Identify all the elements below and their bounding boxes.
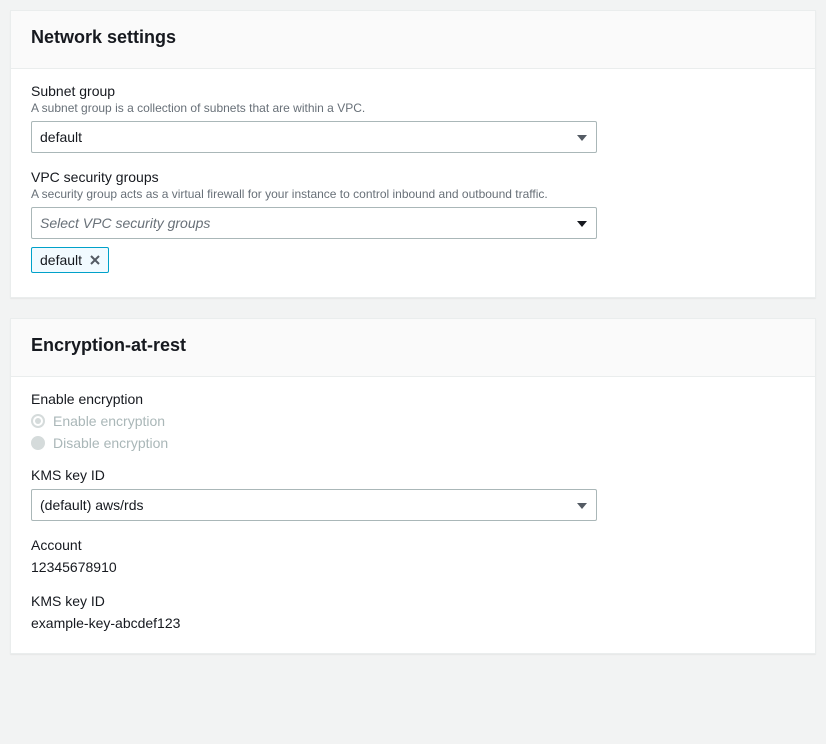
encryption-header: Encryption-at-rest xyxy=(11,319,815,377)
enable-encryption-radio-enable[interactable]: Enable encryption xyxy=(31,413,795,429)
subnet-group-select-wrapper: default xyxy=(31,121,597,153)
account-value: 12345678910 xyxy=(31,559,117,575)
subnet-group-select-value: default xyxy=(40,129,82,145)
vpc-security-groups-label: VPC security groups xyxy=(31,169,795,185)
kms-key-select-field: KMS key ID (default) aws/rds xyxy=(31,467,795,521)
vpc-security-group-token: default xyxy=(31,247,109,273)
network-settings-body: Subnet group A subnet group is a collect… xyxy=(11,69,815,297)
enable-encryption-option-label: Enable encryption xyxy=(53,413,165,429)
subnet-group-description: A subnet group is a collection of subnet… xyxy=(31,101,795,115)
enable-encryption-field: Enable encryption Enable encryption Disa… xyxy=(31,391,795,451)
kms-key-select-wrapper: (default) aws/rds xyxy=(31,489,597,521)
subnet-group-label: Subnet group xyxy=(31,83,795,99)
kms-key-id-field: KMS key ID example-key-abcdef123 xyxy=(31,593,795,633)
kms-key-select-label: KMS key ID xyxy=(31,467,795,483)
network-settings-panel: Network settings Subnet group A subnet g… xyxy=(10,10,816,298)
subnet-group-field: Subnet group A subnet group is a collect… xyxy=(31,83,795,153)
vpc-security-group-token-label: default xyxy=(40,252,82,268)
enable-encryption-radio-disable[interactable]: Disable encryption xyxy=(31,435,795,451)
vpc-security-groups-tokens: default xyxy=(31,247,795,273)
radio-icon xyxy=(31,414,45,428)
subnet-group-select[interactable]: default xyxy=(31,121,597,153)
kms-key-id-value: example-key-abcdef123 xyxy=(31,615,180,631)
disable-encryption-option-label: Disable encryption xyxy=(53,435,168,451)
network-settings-title: Network settings xyxy=(31,27,795,48)
network-settings-header: Network settings xyxy=(11,11,815,69)
vpc-security-groups-field: VPC security groups A security group act… xyxy=(31,169,795,273)
kms-key-select-value: (default) aws/rds xyxy=(40,497,143,513)
radio-icon xyxy=(31,436,45,450)
vpc-security-groups-select-wrapper: Select VPC security groups xyxy=(31,207,597,239)
vpc-security-groups-placeholder: Select VPC security groups xyxy=(40,215,210,231)
encryption-panel: Encryption-at-rest Enable encryption Ena… xyxy=(10,318,816,654)
close-icon[interactable] xyxy=(88,253,102,267)
enable-encryption-label: Enable encryption xyxy=(31,391,795,407)
enable-encryption-radio-group: Enable encryption Disable encryption xyxy=(31,413,795,451)
vpc-security-groups-select[interactable]: Select VPC security groups xyxy=(31,207,597,239)
vpc-security-groups-description: A security group acts as a virtual firew… xyxy=(31,187,795,201)
account-field: Account 12345678910 xyxy=(31,537,795,577)
kms-key-id-label: KMS key ID xyxy=(31,593,795,609)
account-label: Account xyxy=(31,537,795,553)
kms-key-select[interactable]: (default) aws/rds xyxy=(31,489,597,521)
encryption-title: Encryption-at-rest xyxy=(31,335,795,356)
encryption-body: Enable encryption Enable encryption Disa… xyxy=(11,377,815,653)
